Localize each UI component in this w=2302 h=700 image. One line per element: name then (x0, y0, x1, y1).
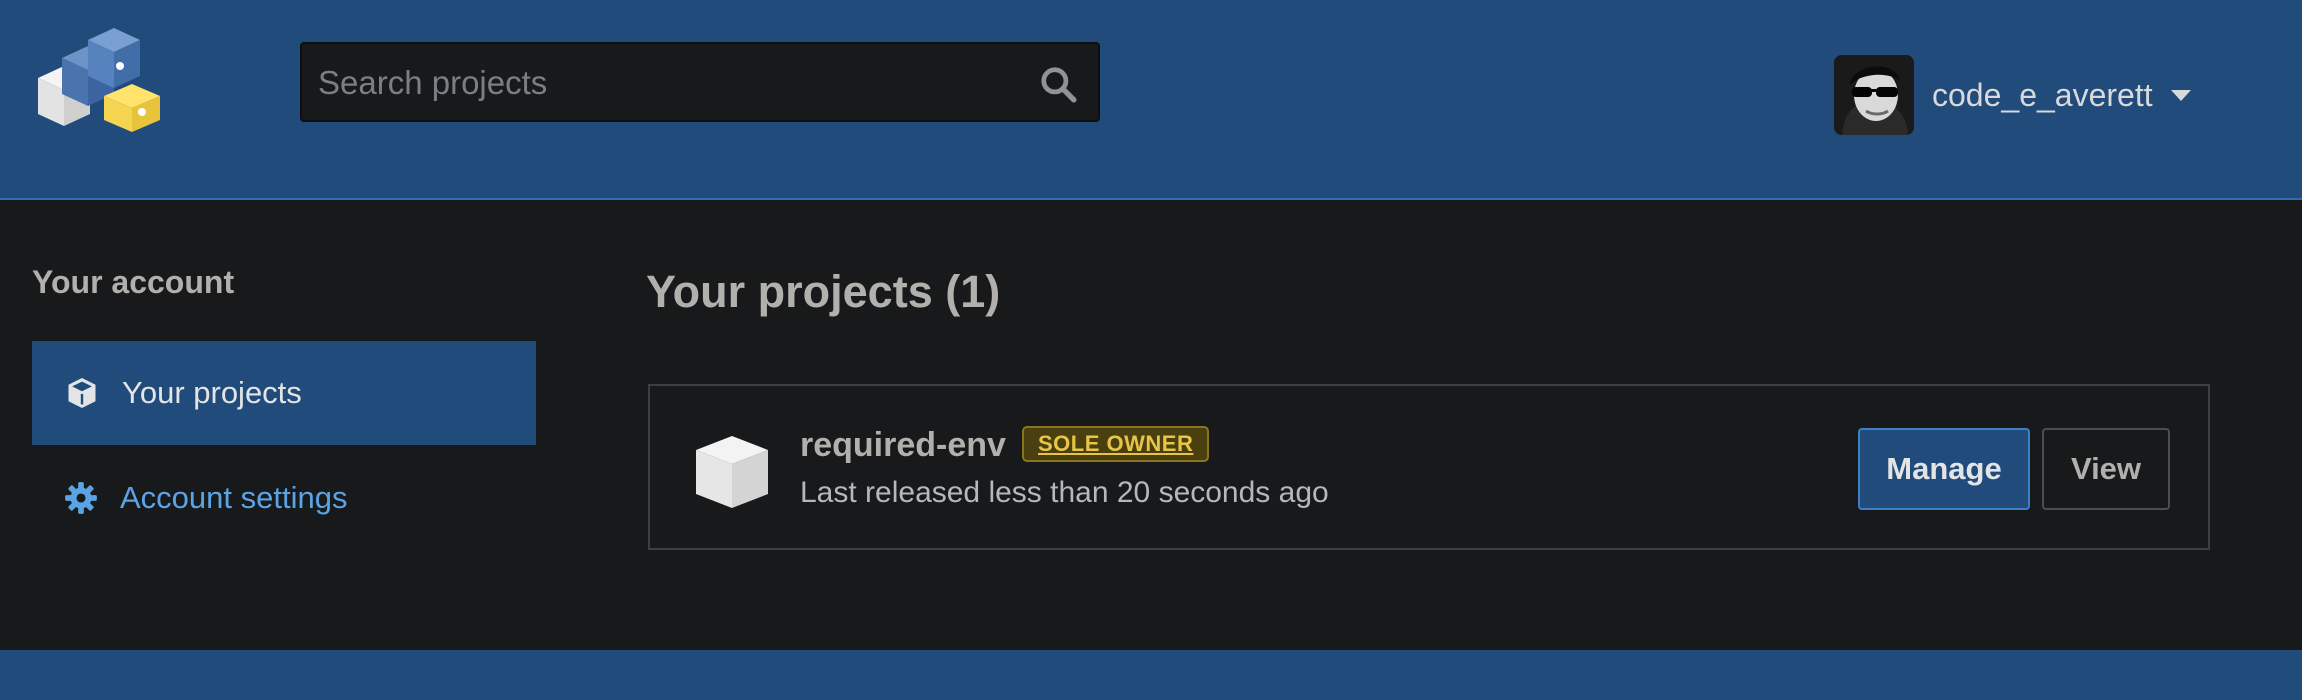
sidebar-item-label: Account settings (120, 480, 348, 515)
sidebar-item-your-projects[interactable]: Your projects (32, 341, 536, 445)
sidebar-heading: Your account (32, 264, 235, 300)
package-icon (690, 428, 774, 512)
manage-button[interactable]: Manage (1858, 428, 2030, 510)
site-header: code_e_averett (0, 0, 2302, 200)
page-title: Your projects (1) (646, 266, 1001, 317)
search-input[interactable] (316, 54, 1016, 112)
search-button[interactable] (1032, 58, 1084, 110)
project-release-info: Last released less than 20 seconds ago (800, 476, 1329, 509)
sidebar-item-account-settings[interactable]: Account settings (32, 446, 536, 550)
chevron-down-icon (2170, 89, 2191, 101)
project-card: required-env SOLE OWNER Last released le… (648, 384, 2210, 550)
status-badge: SOLE OWNER (1022, 426, 1210, 462)
search-box (300, 42, 1100, 122)
view-button[interactable]: View (2042, 428, 2170, 510)
box-icon (68, 378, 96, 408)
username: code_e_averett (1932, 76, 2153, 113)
sidebar-item-label: Your projects (122, 375, 302, 410)
pypi-logo[interactable] (28, 20, 162, 136)
search-icon (1041, 67, 1077, 103)
site-footer (0, 650, 2302, 700)
avatar (1834, 55, 1914, 135)
gear-icon (65, 482, 97, 514)
project-name[interactable]: required-env (800, 426, 1006, 465)
user-menu[interactable]: code_e_averett (1834, 55, 2191, 135)
